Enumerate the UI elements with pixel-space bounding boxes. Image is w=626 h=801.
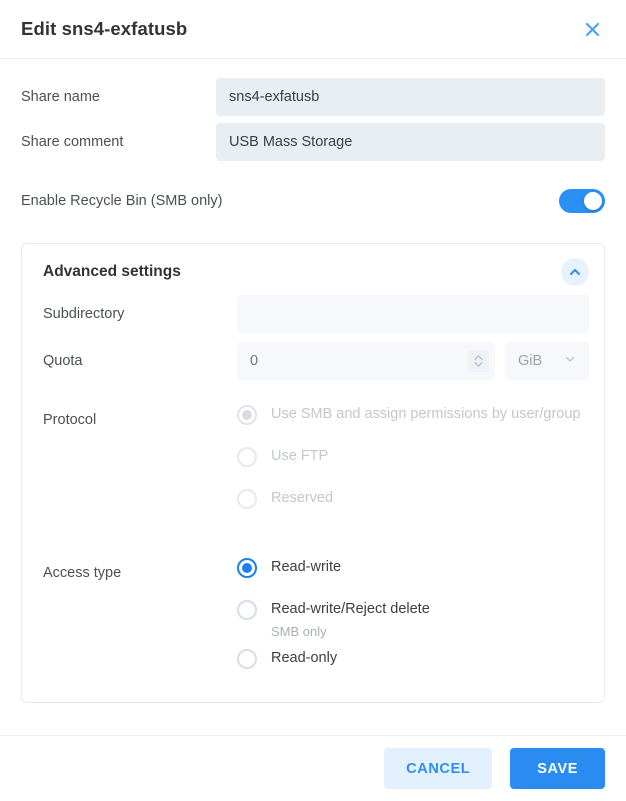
advanced-settings-rows: Subdirectory Quota 0 GiB Protocol Use SM…: [35, 295, 591, 678]
radio-access-read-write-reject-delete[interactable]: Read-write/Reject delete SMB only: [237, 599, 589, 641]
radio-access-read-only[interactable]: Read-only: [237, 648, 589, 678]
radio-indicator: [237, 405, 257, 425]
subdirectory-row: Subdirectory: [43, 295, 589, 333]
dialog-header: Edit sns4-exfatusb: [0, 0, 626, 59]
advanced-settings-collapse-button[interactable]: [561, 258, 589, 286]
edit-share-dialog: Edit sns4-exfatusb Share name Share comm…: [0, 0, 626, 801]
advanced-settings-header[interactable]: Advanced settings: [35, 257, 591, 287]
radio-label: Use FTP: [271, 448, 329, 464]
quota-input[interactable]: [237, 342, 495, 380]
quota-row: Quota 0 GiB: [43, 342, 589, 380]
share-comment-input[interactable]: [216, 123, 605, 161]
share-comment-label: Share comment: [21, 134, 124, 150]
radio-protocol-ftp[interactable]: Use FTP: [237, 446, 589, 476]
radio-label: Use SMB and assign permissions by user/g…: [271, 406, 581, 422]
share-name-input[interactable]: [216, 78, 605, 116]
share-name-label: Share name: [21, 89, 100, 105]
protocol-label: Protocol: [43, 412, 97, 428]
radio-label: Reserved: [271, 490, 334, 506]
chevron-up-icon: [568, 265, 582, 279]
advanced-settings-title: Advanced settings: [43, 263, 181, 280]
spinner-up-down-icon: [473, 353, 484, 369]
radio-access-read-write[interactable]: Read-write: [237, 557, 589, 587]
radio-indicator: [237, 558, 257, 578]
recycle-bin-toggle[interactable]: [559, 189, 605, 213]
protocol-group: Protocol Use SMB and assign permissions …: [43, 404, 589, 518]
quota-unit-select[interactable]: GiB: [505, 342, 589, 380]
radio-protocol-smb[interactable]: Use SMB and assign permissions by user/g…: [237, 404, 589, 434]
dialog-body: Share name Share comment Enable Recycle …: [0, 59, 626, 735]
radio-label: Read-write: [271, 559, 342, 575]
close-button[interactable]: [578, 15, 606, 43]
radio-sublabel: SMB only: [271, 624, 327, 639]
radio-indicator: [237, 649, 257, 669]
share-comment-row: Share comment: [21, 123, 605, 161]
radio-protocol-reserved[interactable]: Reserved: [237, 488, 589, 518]
recycle-bin-label: Enable Recycle Bin (SMB only): [21, 193, 223, 209]
radio-indicator: [237, 489, 257, 509]
advanced-settings-card: Advanced settings Subdirectory Quota 0 G…: [21, 243, 605, 703]
access-type-label: Access type: [43, 565, 122, 581]
access-type-group: Access type Read-write Read-write/Reject: [43, 557, 589, 678]
save-button[interactable]: SAVE: [510, 748, 605, 789]
subdirectory-input[interactable]: [237, 295, 589, 333]
quota-label: Quota: [43, 353, 83, 369]
radio-indicator: [237, 447, 257, 467]
chevron-down-icon: [563, 352, 577, 371]
close-icon: [583, 20, 602, 39]
dialog-footer: CANCEL SAVE: [0, 735, 626, 801]
radio-label: Read-write/Reject delete: [271, 601, 430, 617]
toggle-knob: [584, 192, 602, 210]
share-name-row: Share name: [21, 78, 605, 116]
radio-indicator: [237, 600, 257, 620]
subdirectory-label: Subdirectory: [43, 306, 125, 322]
recycle-bin-row: Enable Recycle Bin (SMB only): [21, 179, 605, 223]
quota-unit-value: GiB: [518, 353, 543, 369]
quantity-stepper[interactable]: [468, 350, 489, 372]
cancel-button[interactable]: CANCEL: [384, 748, 493, 789]
radio-label: Read-only: [271, 650, 338, 666]
page-title: Edit sns4-exfatusb: [21, 18, 188, 39]
